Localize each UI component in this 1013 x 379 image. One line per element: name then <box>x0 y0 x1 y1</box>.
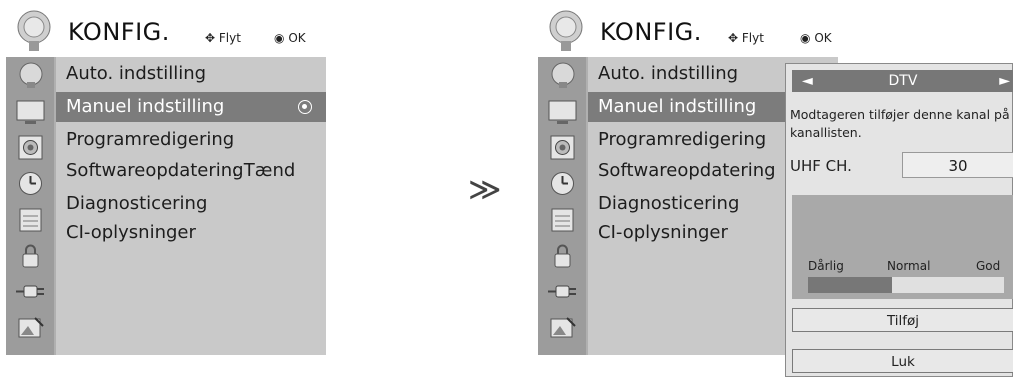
close-button[interactable]: Luk <box>792 349 1013 373</box>
signal-strength-panel: Dårlig Normal God <box>792 195 1013 299</box>
satellite-dish-icon <box>17 10 51 51</box>
add-button[interactable]: Tilføj <box>792 308 1013 332</box>
menu-item-diagnostics[interactable]: Diagnosticering <box>598 193 739 214</box>
next-step-arrow: ≫ <box>468 170 502 208</box>
satellite-dish-icon[interactable] <box>15 62 46 89</box>
menu-item-manual-tuning[interactable]: Manuel indstilling <box>56 92 326 122</box>
plug-icon[interactable] <box>547 278 578 305</box>
category-sidebar <box>538 57 586 355</box>
move-hint: ✥ Flyt <box>205 31 241 45</box>
channel-label: UHF CH. <box>790 157 852 175</box>
menu-item-ci-info[interactable]: CI-oplysninger <box>66 222 196 243</box>
left-arrow-icon[interactable]: ◄ <box>802 70 813 92</box>
menu-item-diagnostics[interactable]: Diagnosticering <box>66 193 207 214</box>
right-arrow-icon[interactable]: ► <box>999 70 1010 92</box>
left-setup-menu: KONFIG. ✥ Flyt ◉ OK Auto. indstilling Ma… <box>6 5 326 355</box>
menu-item-program-edit[interactable]: Programredigering <box>598 129 766 150</box>
ok-hint: ◉ OK <box>800 31 832 45</box>
menu-item-auto-tuning[interactable]: Auto. indstilling <box>66 63 206 84</box>
menu-item-ci-info[interactable]: CI-oplysninger <box>598 222 728 243</box>
tv-screen-icon[interactable] <box>547 98 578 125</box>
clock-icon[interactable] <box>547 170 578 197</box>
move-arrows-icon: ✥ <box>205 31 216 45</box>
tv-screen-icon[interactable] <box>15 98 46 125</box>
picture-edit-icon[interactable] <box>15 314 46 341</box>
menu-panel: Auto. indstilling Manuel indstilling Pro… <box>54 57 326 355</box>
calendar-icon[interactable] <box>15 206 46 233</box>
dialog-message: Modtageren tilføjer denne kanal på kanal… <box>790 107 1010 140</box>
channel-number-field[interactable]: 30 <box>902 152 1013 178</box>
calendar-icon[interactable] <box>547 206 578 233</box>
speaker-icon[interactable] <box>15 134 46 161</box>
menu-title: KONFIG. <box>600 18 702 46</box>
menu-item-label: Manuel indstilling <box>598 96 757 117</box>
signal-strength-bar <box>808 277 1004 293</box>
signal-normal-label: Normal <box>887 259 931 273</box>
menu-item-program-edit[interactable]: Programredigering <box>66 129 234 150</box>
ok-button-icon: ◉ <box>800 31 811 45</box>
speaker-icon[interactable] <box>547 134 578 161</box>
selected-indicator-icon <box>298 100 312 114</box>
plug-icon[interactable] <box>15 278 46 305</box>
lock-icon[interactable] <box>547 242 578 269</box>
menu-header: KONFIG. ✥ Flyt ◉ OK <box>538 5 838 57</box>
signal-bad-label: Dårlig <box>808 259 844 273</box>
clock-icon[interactable] <box>15 170 46 197</box>
satellite-dish-icon <box>549 10 583 51</box>
menu-title: KONFIG. <box>68 18 170 46</box>
ok-hint: ◉ OK <box>274 31 306 45</box>
menu-item-software-update[interactable]: Softwareopdatering <box>66 160 244 181</box>
signal-strength-fill <box>808 277 893 293</box>
menu-header: KONFIG. ✥ Flyt ◉ OK <box>6 5 326 57</box>
category-sidebar <box>6 57 54 355</box>
lock-icon[interactable] <box>15 242 46 269</box>
menu-item-software-update[interactable]: Softwareopdatering <box>598 160 776 181</box>
satellite-dish-icon[interactable] <box>547 62 578 89</box>
picture-edit-icon[interactable] <box>547 314 578 341</box>
menu-item-auto-tuning[interactable]: Auto. indstilling <box>598 63 738 84</box>
mode-value: DTV <box>888 73 918 89</box>
move-hint: ✥ Flyt <box>728 31 764 45</box>
mode-selector[interactable]: DTV ◄ ► <box>792 70 1013 92</box>
menu-item-label: Manuel indstilling <box>66 96 225 117</box>
manual-tuning-dialog: DTV ◄ ► Modtageren tilføjer denne kanal … <box>785 63 1013 377</box>
move-arrows-icon: ✥ <box>728 31 739 45</box>
signal-good-label: God <box>976 259 1001 273</box>
ok-button-icon: ◉ <box>274 31 285 45</box>
software-update-status: : Tænd <box>232 160 296 181</box>
